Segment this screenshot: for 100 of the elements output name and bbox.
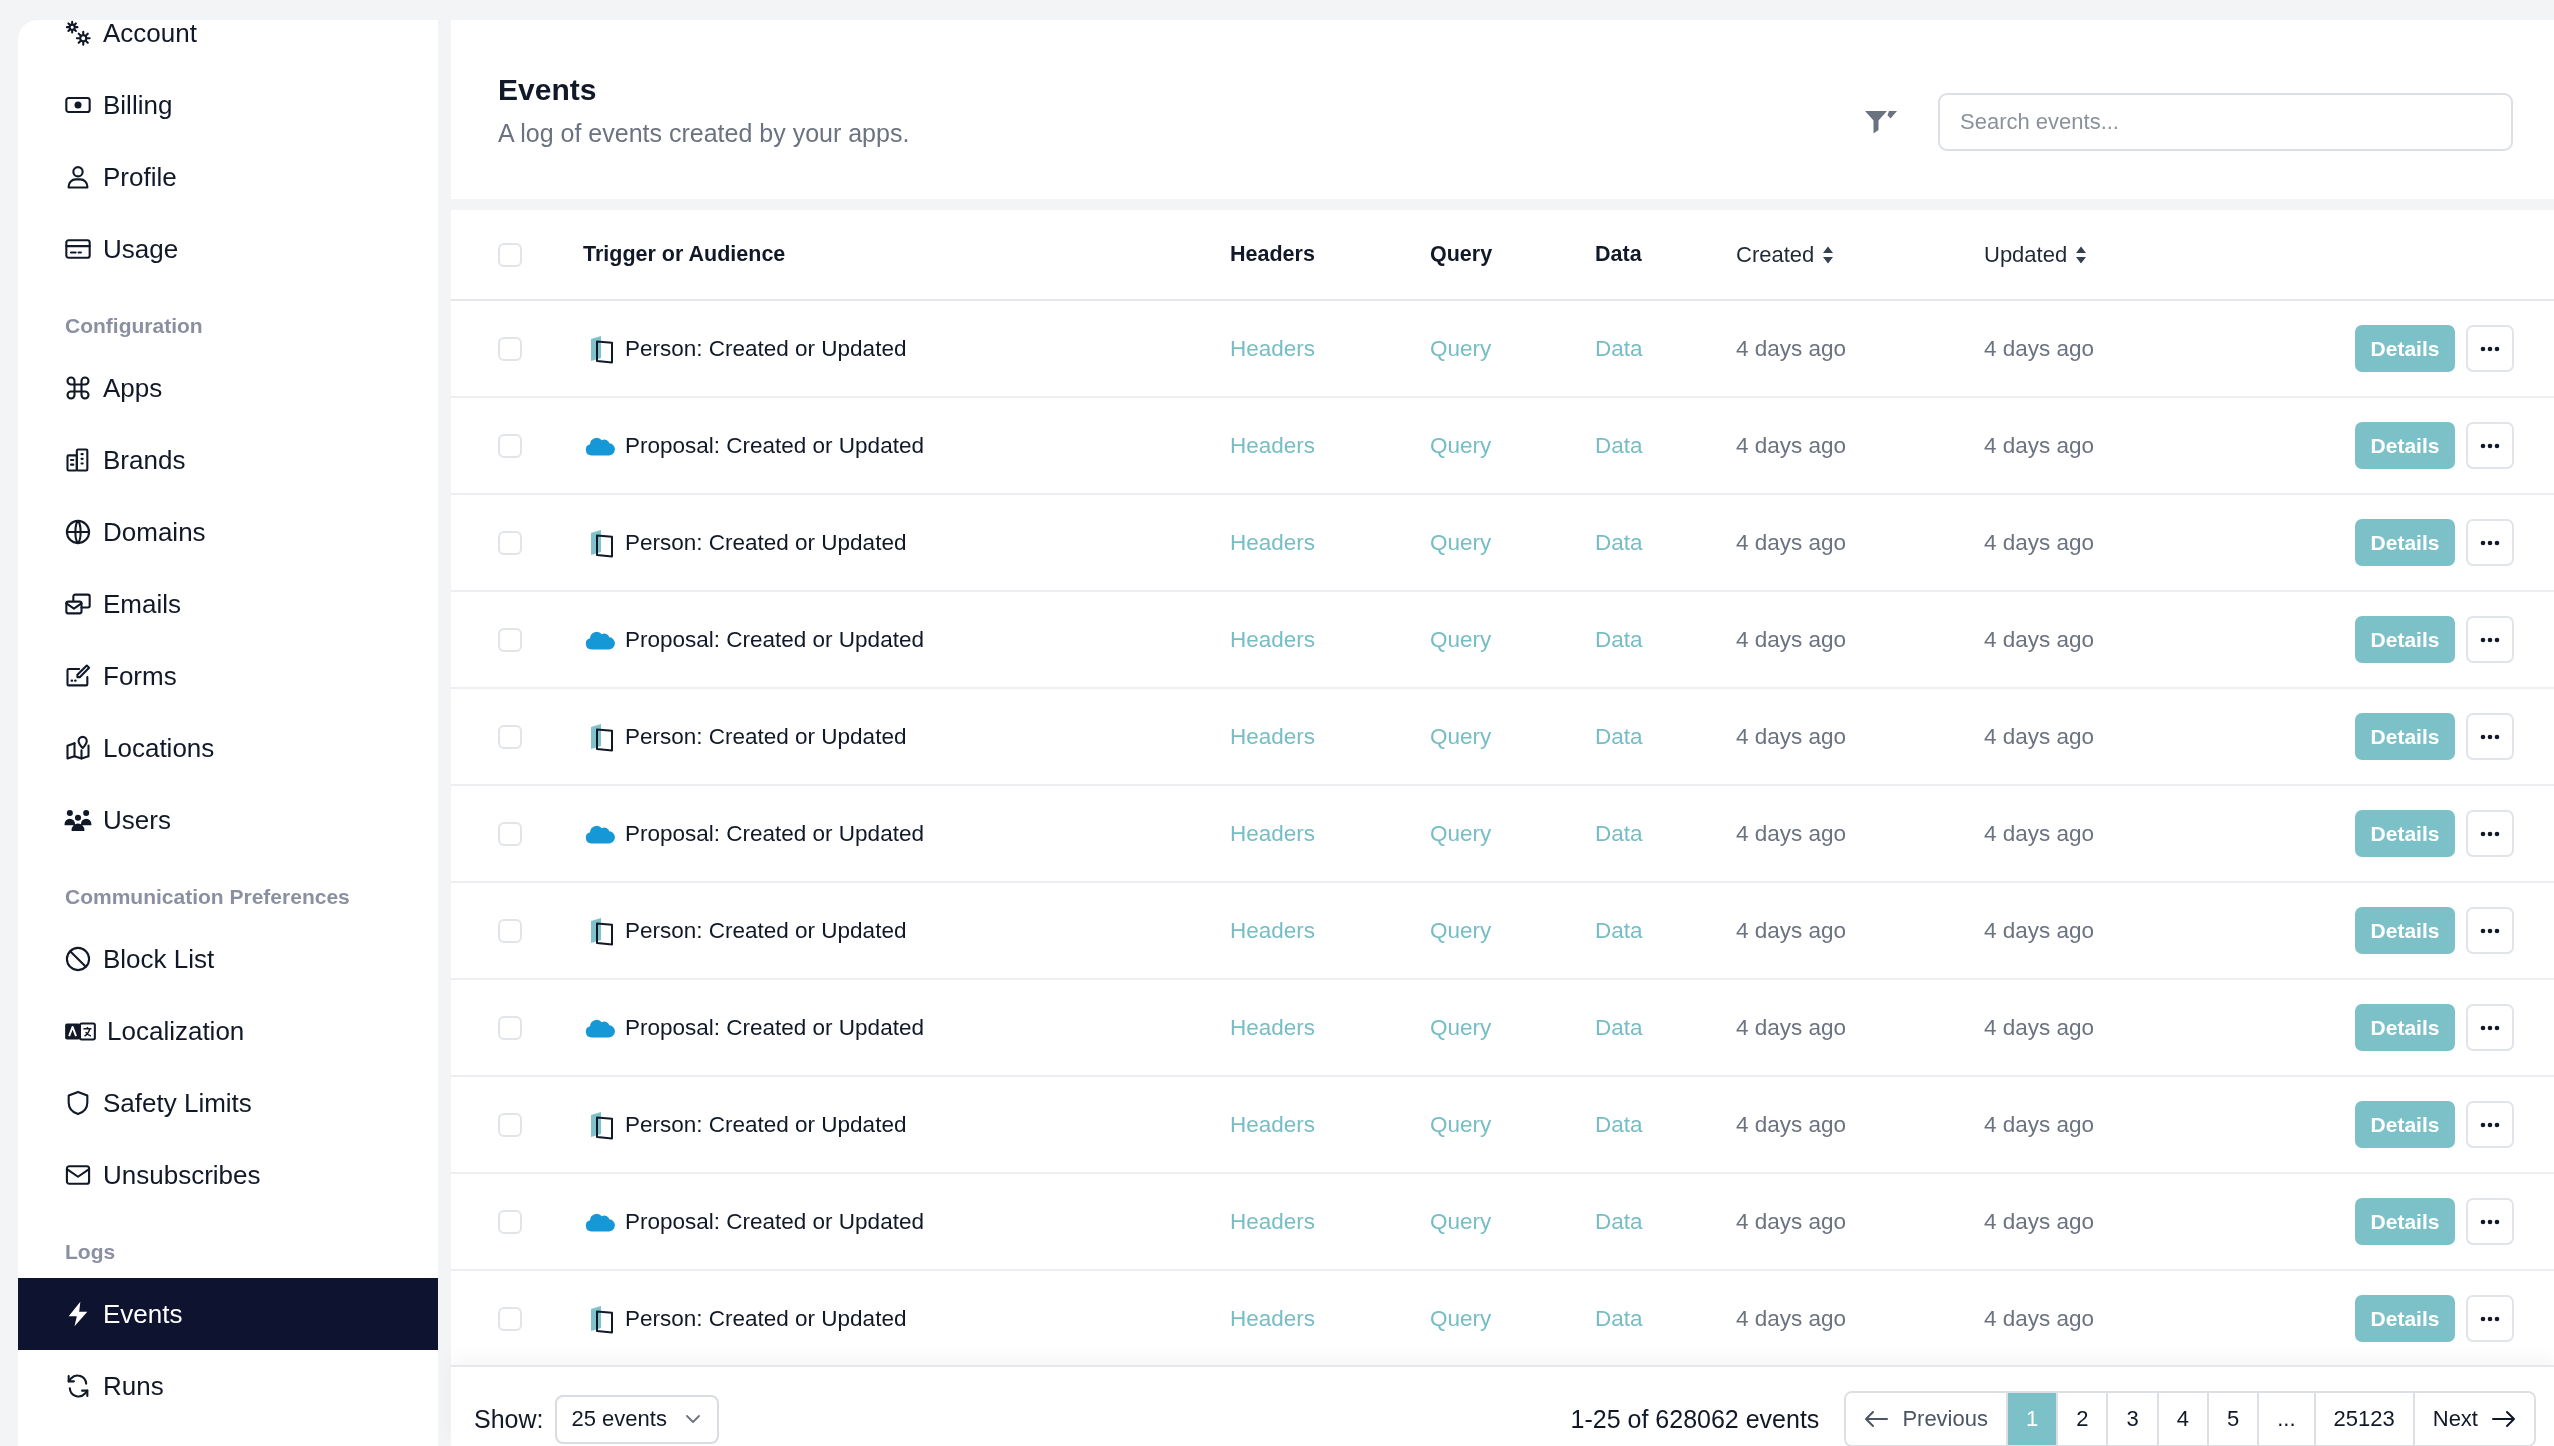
nav-item[interactable]: Forms [18, 640, 438, 712]
row-checkbox[interactable] [498, 1306, 522, 1331]
table-cell: 4 days ago [1984, 529, 2095, 556]
headers-link[interactable]: Headers [1230, 1305, 1316, 1332]
nav-item[interactable]: Runs [18, 1350, 438, 1422]
column-header[interactable]: Created [1736, 241, 1835, 268]
row-checkbox[interactable] [498, 433, 522, 458]
column-header[interactable]: Updated [1984, 241, 2088, 268]
nav-item[interactable]: Apps [18, 352, 438, 424]
nav-item[interactable]: Emails [18, 568, 438, 640]
headers-link[interactable]: Headers [1230, 1014, 1316, 1041]
headers-link[interactable]: Headers [1230, 626, 1316, 653]
query-link[interactable]: Query [1430, 820, 1492, 847]
nav-item[interactable]: Block List [18, 923, 438, 995]
more-button[interactable] [2466, 1004, 2514, 1051]
details-button[interactable]: Details [2355, 422, 2455, 469]
more-button[interactable] [2466, 325, 2514, 372]
more-button[interactable] [2466, 616, 2514, 663]
more-icon [2480, 539, 2500, 546]
row-checkbox[interactable] [498, 821, 522, 846]
data-link[interactable]: Data [1595, 1111, 1643, 1138]
details-button[interactable]: Details [2355, 1198, 2455, 1245]
details-button[interactable]: Details [2355, 616, 2455, 663]
data-link[interactable]: Data [1595, 1305, 1643, 1332]
details-button[interactable]: Details [2355, 1295, 2455, 1342]
query-link[interactable]: Query [1430, 723, 1492, 750]
column-header: Query [1430, 242, 1493, 267]
nav-item[interactable]: Domains [18, 496, 438, 568]
headers-link[interactable]: Headers [1230, 529, 1316, 556]
nav-item[interactable]: Unsubscribes [18, 1139, 438, 1211]
globe-icon [64, 518, 92, 546]
headers-link[interactable]: Headers [1230, 1208, 1316, 1235]
nav-item[interactable]: Profile [18, 141, 438, 213]
details-button[interactable]: Details [2355, 1101, 2455, 1148]
nav-item[interactable]: Usage [18, 213, 438, 285]
details-button[interactable]: Details [2355, 907, 2455, 954]
data-link[interactable]: Data [1595, 335, 1643, 362]
data-link[interactable]: Data [1595, 917, 1643, 944]
more-button[interactable] [2466, 1295, 2514, 1342]
details-button[interactable]: Details [2355, 713, 2455, 760]
query-link[interactable]: Query [1430, 626, 1492, 653]
more-button[interactable] [2466, 1101, 2514, 1148]
data-link[interactable]: Data [1595, 626, 1643, 653]
nav-item[interactable]: Brands [18, 424, 438, 496]
more-icon [2480, 830, 2500, 837]
nav-item[interactable]: Users [18, 784, 438, 856]
row-checkbox[interactable] [498, 1015, 522, 1040]
row-checkbox[interactable] [498, 336, 522, 361]
query-link[interactable]: Query [1430, 529, 1492, 556]
nav-item[interactable]: Safety Limits [18, 1067, 438, 1139]
nav-item[interactable]: Localization [18, 995, 438, 1067]
table-cell: 4 days ago [1736, 626, 1847, 653]
page-size-select[interactable]: 25 events [555, 1394, 720, 1444]
row-checkbox[interactable] [498, 1112, 522, 1137]
search-field[interactable]: Search events... [1938, 93, 2513, 151]
more-button[interactable] [2466, 1198, 2514, 1245]
data-link[interactable]: Data [1595, 820, 1643, 847]
query-link[interactable]: Query [1430, 432, 1492, 459]
nav-item[interactable]: Locations [18, 712, 438, 784]
row-checkbox[interactable] [498, 627, 522, 652]
query-link[interactable]: Query [1430, 335, 1492, 362]
query-link[interactable]: Query [1430, 1111, 1492, 1138]
nav-item[interactable]: Account [18, 20, 438, 69]
query-link[interactable]: Query [1430, 1014, 1492, 1041]
query-link[interactable]: Query [1430, 917, 1492, 944]
data-link[interactable]: Data [1595, 1014, 1643, 1041]
headers-link[interactable]: Headers [1230, 723, 1316, 750]
nav-item[interactable]: Events [18, 1278, 438, 1350]
filter-icon[interactable] [1864, 108, 1898, 136]
nav-item[interactable]: Billing [18, 69, 438, 141]
event-name: Proposal: Created or Updated [625, 626, 924, 653]
query-link[interactable]: Query [1430, 1305, 1492, 1332]
details-button[interactable]: Details [2355, 810, 2455, 857]
row-checkbox[interactable] [498, 918, 522, 943]
page-button[interactable]: 1 [2005, 1393, 2057, 1445]
details-button[interactable]: Details [2355, 519, 2455, 566]
headers-link[interactable]: Headers [1230, 820, 1316, 847]
next-button[interactable]: Next [2412, 1393, 2534, 1445]
data-link[interactable]: Data [1595, 1208, 1643, 1235]
more-button[interactable] [2466, 519, 2514, 566]
details-button[interactable]: Details [2355, 325, 2455, 372]
details-button[interactable]: Details [2355, 1004, 2455, 1051]
headers-link[interactable]: Headers [1230, 1111, 1316, 1138]
query-link[interactable]: Query [1430, 1208, 1492, 1235]
row-checkbox[interactable] [498, 1209, 522, 1234]
row-checkbox[interactable] [498, 530, 522, 555]
data-link[interactable]: Data [1595, 432, 1643, 459]
more-button[interactable] [2466, 713, 2514, 760]
select-all-checkbox[interactable] [498, 242, 522, 267]
data-link[interactable]: Data [1595, 723, 1643, 750]
row-checkbox[interactable] [498, 724, 522, 749]
headers-link[interactable]: Headers [1230, 335, 1316, 362]
data-link[interactable]: Data [1595, 529, 1643, 556]
pages-icon [589, 1109, 615, 1140]
more-button[interactable] [2466, 422, 2514, 469]
more-button[interactable] [2466, 810, 2514, 857]
headers-link[interactable]: Headers [1230, 432, 1316, 459]
more-button[interactable] [2466, 907, 2514, 954]
headers-link[interactable]: Headers [1230, 917, 1316, 944]
map-pin-icon [64, 734, 92, 762]
